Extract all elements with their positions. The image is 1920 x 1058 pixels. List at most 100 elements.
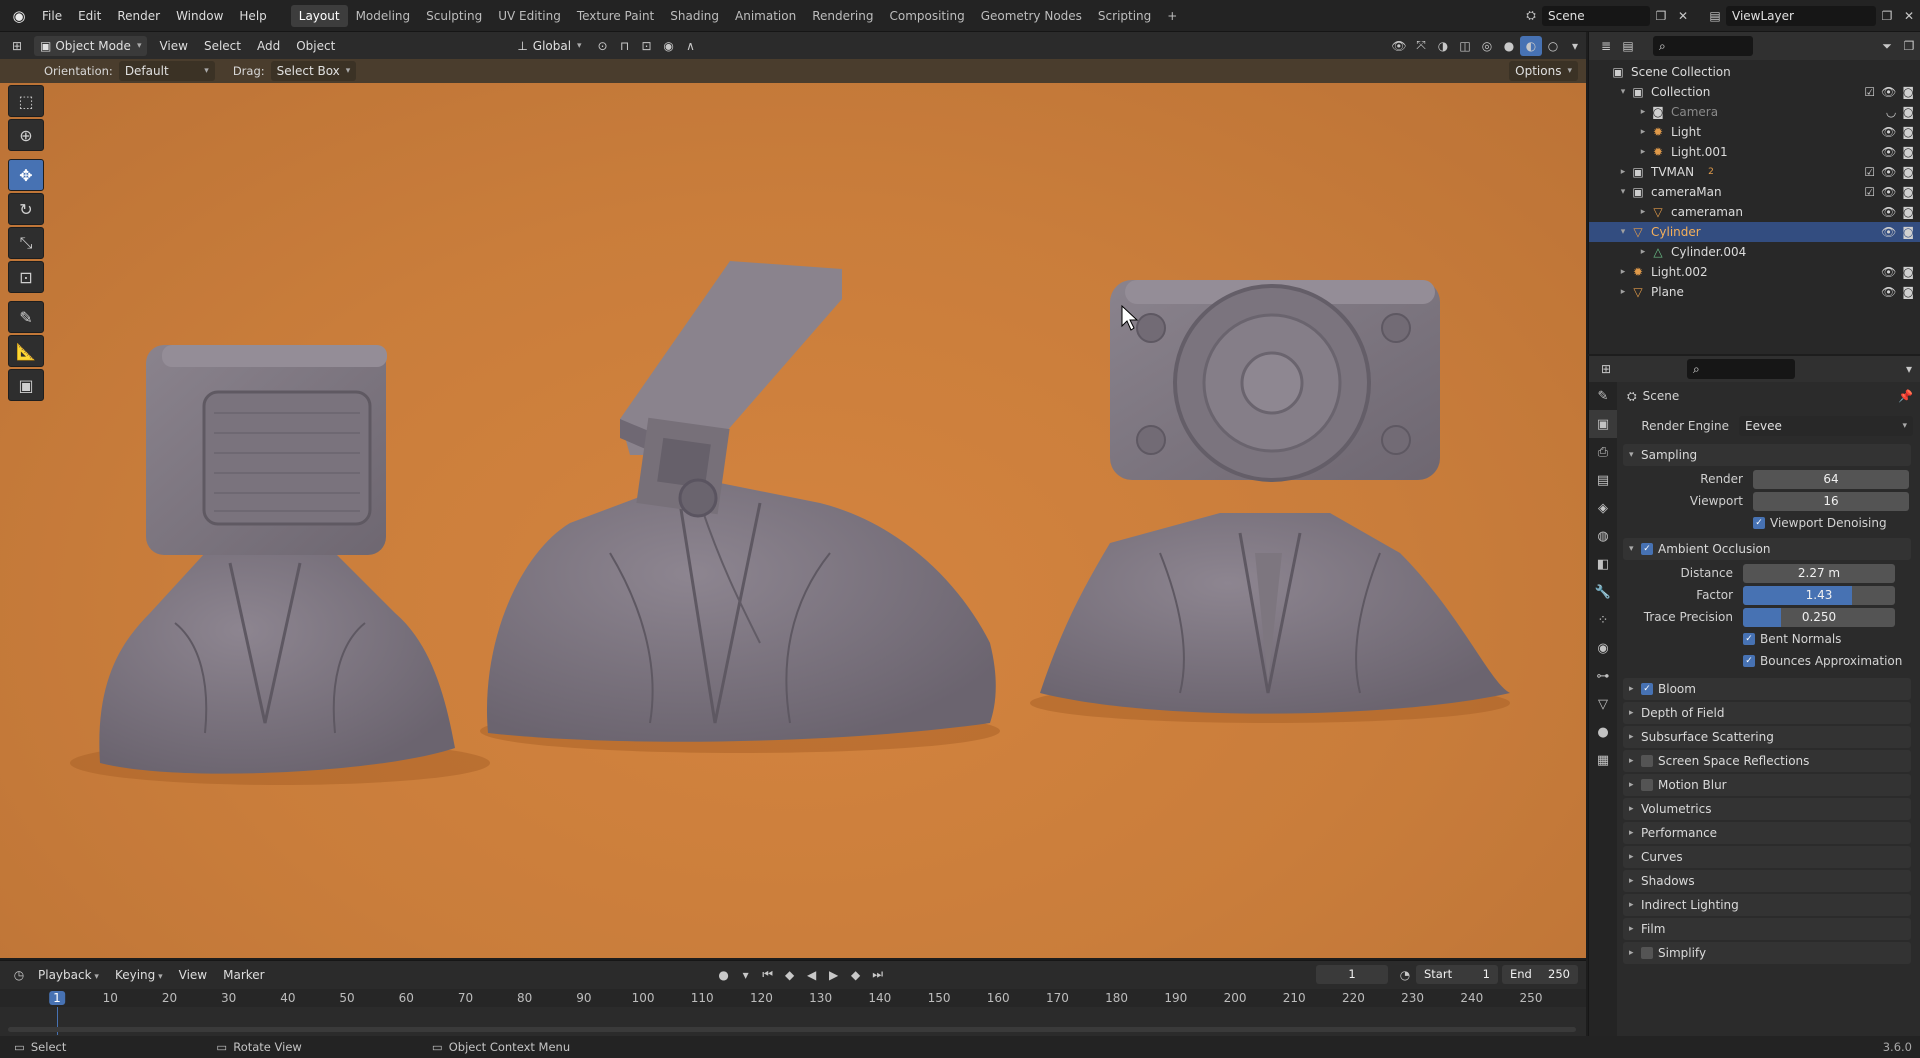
viewport-menu-select[interactable]: Select — [196, 36, 249, 56]
preview-range-icon[interactable]: ◔ — [1394, 965, 1416, 985]
exclude-checkbox-icon[interactable]: ☑ — [1864, 185, 1875, 199]
panel-motion-blur[interactable]: ▸ Motion Blur — [1623, 774, 1911, 796]
bounces-checkbox[interactable]: ✓ — [1743, 655, 1755, 667]
outliner-row[interactable]: ▸ ▽ Plane 👁 ◙ — [1589, 282, 1920, 302]
measure-tool-icon[interactable]: 📐 — [8, 335, 44, 367]
end-frame-field[interactable]: End 250 — [1502, 965, 1578, 984]
hidden-eye-icon[interactable]: ◡ — [1886, 105, 1896, 119]
render-camera-icon[interactable]: ◙ — [1902, 185, 1914, 199]
gizmo-icon[interactable]: ⤧ — [1410, 36, 1432, 56]
viewport-denoising-checkbox[interactable]: ✓ — [1753, 517, 1765, 529]
tab-rendering[interactable]: Rendering — [804, 5, 881, 27]
expand-toggle[interactable]: ▾ — [1617, 227, 1629, 237]
current-frame-field[interactable]: 1 — [1316, 965, 1388, 984]
menu-render[interactable]: Render — [109, 5, 168, 27]
visibility-eye-icon[interactable]: 👁 — [1881, 85, 1896, 99]
panel-enable-checkbox[interactable] — [1641, 947, 1653, 959]
proportional-edit-icon[interactable]: ◉ — [658, 36, 680, 56]
new-scene-icon[interactable]: ❐ — [1650, 6, 1672, 26]
visibility-eye-icon[interactable]: 👁 — [1881, 205, 1896, 219]
render-camera-icon[interactable]: ◙ — [1902, 205, 1914, 219]
jump-start-icon[interactable]: ⏮ — [757, 965, 779, 985]
timeline-menu-keying[interactable]: Keying ▾ — [107, 965, 171, 985]
viewport-menu-add[interactable]: Add — [249, 36, 288, 56]
panel-enable-checkbox[interactable] — [1641, 755, 1653, 767]
record-icon[interactable]: ● — [713, 965, 735, 985]
properties-editor-type-icon[interactable]: ⊞ — [1595, 359, 1617, 379]
render-camera-icon[interactable]: ◙ — [1902, 145, 1914, 159]
panel-indirect-lighting[interactable]: ▸ Indirect Lighting — [1623, 894, 1911, 916]
play-icon[interactable]: ▶ — [823, 965, 845, 985]
rotate-tool-icon[interactable]: ↻ — [8, 193, 44, 225]
expand-toggle[interactable]: ▸ — [1617, 287, 1629, 297]
texture-tab-icon[interactable]: ▦ — [1589, 746, 1617, 774]
bent-normals-checkbox[interactable]: ✓ — [1743, 633, 1755, 645]
panel-enable-checkbox[interactable]: ✓ — [1641, 683, 1653, 695]
snap-icon[interactable]: ⊓ — [614, 36, 636, 56]
constraints-tab-icon[interactable]: ⊶ — [1589, 662, 1617, 690]
outliner-row[interactable]: ▸ ✹ Light.001 👁 ◙ — [1589, 142, 1920, 162]
ao-distance-field[interactable]: 2.27 m — [1743, 563, 1895, 583]
properties-search-field[interactable]: ⌕ — [1687, 359, 1795, 379]
expand-toggle[interactable]: ▾ — [1617, 187, 1629, 197]
tab-layout[interactable]: Layout — [290, 4, 348, 27]
speakerman-model[interactable] — [1040, 280, 1510, 714]
drag-dropdown[interactable]: Select Box ▾ — [270, 61, 357, 81]
options-dropdown[interactable]: Options ▾ — [1509, 61, 1578, 81]
outliner-row[interactable]: ▸ ▽ cameraman 👁 ◙ — [1589, 202, 1920, 222]
material-tab-icon[interactable]: ● — [1589, 718, 1617, 746]
tab-texture-paint[interactable]: Texture Paint — [569, 5, 662, 27]
ao-factor-slider[interactable]: 1.43 — [1743, 585, 1895, 605]
particles-tab-icon[interactable]: ⁘ — [1589, 606, 1617, 634]
panel-bloom[interactable]: ▸ ✓ Bloom — [1623, 678, 1911, 700]
panel-simplify[interactable]: ▸ Simplify — [1623, 942, 1911, 964]
render-camera-icon[interactable]: ◙ — [1902, 85, 1914, 99]
render-camera-icon[interactable]: ◙ — [1902, 165, 1914, 179]
object-tab-icon[interactable]: ◧ — [1589, 550, 1617, 578]
panel-depth-of-field[interactable]: ▸ Depth of Field — [1623, 702, 1911, 724]
output-tab-icon[interactable]: ⎙ — [1589, 438, 1617, 466]
render-tab-icon[interactable]: ▣ — [1589, 410, 1617, 438]
3d-viewport[interactable] — [0, 83, 1586, 958]
physics-tab-icon[interactable]: ◉ — [1589, 634, 1617, 662]
timeline-menu-playback[interactable]: Playback ▾ — [30, 965, 107, 985]
display-mode-icon[interactable]: ▤ — [1617, 36, 1639, 56]
expand-toggle[interactable]: ▾ — [1617, 87, 1629, 97]
filter-icon[interactable]: ⏷ — [1876, 36, 1898, 56]
visibility-eye-icon[interactable]: 👁 — [1881, 165, 1896, 179]
annotate-tool-icon[interactable]: ✎ — [8, 301, 44, 333]
exclude-checkbox-icon[interactable]: ☑ — [1864, 85, 1875, 99]
panel-subsurface-scattering[interactable]: ▸ Subsurface Scattering — [1623, 726, 1911, 748]
menu-help[interactable]: Help — [231, 5, 274, 27]
material-shading-icon[interactable]: ◐ — [1520, 35, 1542, 56]
select-box-tool-icon[interactable]: ⬚ — [8, 85, 44, 117]
scene-name-field[interactable]: Scene — [1542, 5, 1650, 26]
prev-keyframe-icon[interactable]: ◆ — [779, 965, 801, 985]
expand-toggle[interactable]: ▸ — [1617, 167, 1629, 177]
menu-edit[interactable]: Edit — [70, 5, 109, 27]
render-engine-dropdown[interactable]: Eevee ▾ — [1739, 416, 1913, 436]
pin-icon[interactable]: 📌 — [1898, 389, 1913, 403]
outliner-row[interactable]: ▣ Scene Collection — [1589, 62, 1920, 82]
outliner-row[interactable]: ▸ ✹ Light.002 👁 ◙ — [1589, 262, 1920, 282]
timeline-editor-type-icon[interactable]: ◷ — [8, 965, 30, 985]
play-reverse-icon[interactable]: ◀ — [801, 965, 823, 985]
shading-options-icon[interactable]: ▾ — [1564, 36, 1586, 56]
tab-modeling[interactable]: Modeling — [348, 5, 419, 27]
panel-enable-checkbox[interactable] — [1641, 779, 1653, 791]
render-samples-field[interactable]: 64 — [1753, 469, 1909, 489]
render-camera-icon[interactable]: ◙ — [1902, 225, 1914, 239]
expand-toggle[interactable]: ▸ — [1637, 147, 1649, 157]
ao-trace-slider[interactable]: 0.250 — [1743, 607, 1895, 627]
transform-orientation-dropdown[interactable]: ⊥ Global ▾ — [511, 36, 587, 56]
render-camera-icon[interactable]: ◙ — [1902, 105, 1914, 119]
timeline-scrollbar[interactable] — [8, 1027, 1576, 1032]
frame-ruler[interactable]: 1 10 20 30 40 50 60 70 80 90 100 110 120 130 140 150 160… — [0, 989, 1586, 1007]
visibility-eye-icon[interactable]: 👁 — [1881, 185, 1896, 199]
timeline-menu-marker[interactable]: Marker — [215, 965, 272, 985]
visibility-eye-icon[interactable]: 👁 — [1881, 225, 1896, 239]
blender-logo-icon[interactable]: ◉ — [4, 4, 34, 28]
expand-toggle[interactable]: ▸ — [1637, 207, 1649, 217]
scale-tool-icon[interactable]: ⤡ — [8, 227, 44, 259]
expand-toggle[interactable]: ▸ — [1637, 127, 1649, 137]
